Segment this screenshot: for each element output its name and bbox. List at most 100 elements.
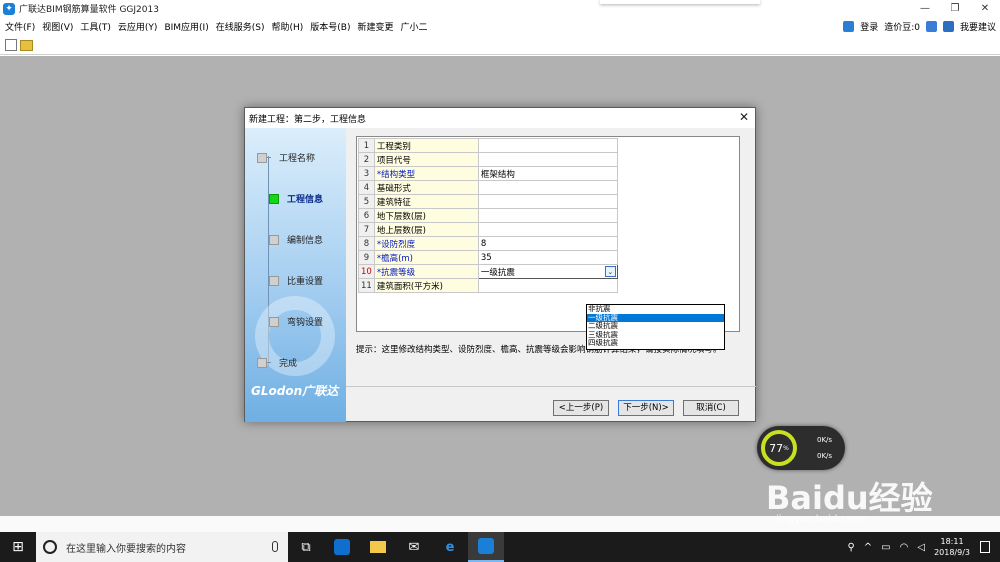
tray-chevron-icon[interactable]: ^ xyxy=(864,542,872,553)
row-number: 11 xyxy=(358,278,375,293)
minimize-button[interactable]: — xyxy=(910,0,940,17)
taskbar-clock[interactable]: 18:11 2018/9/3 xyxy=(934,536,970,558)
dialog-separator xyxy=(346,386,756,387)
row-value[interactable] xyxy=(477,194,618,209)
cancel-button[interactable]: 取消(C) xyxy=(683,400,739,416)
menu-tools[interactable]: 工具(T) xyxy=(80,20,111,33)
row-value[interactable] xyxy=(477,278,618,293)
row-number: 7 xyxy=(358,222,375,237)
taskbar-search[interactable]: 在这里输入你要搜索的内容 xyxy=(36,532,288,562)
row-number: 10 xyxy=(358,264,375,279)
dropdown-option[interactable]: 非抗震 xyxy=(587,305,724,314)
wifi-icon[interactable]: ◠ xyxy=(900,542,909,553)
close-button[interactable]: ✕ xyxy=(970,0,1000,17)
table-row[interactable]: 5 建筑特征 xyxy=(358,194,618,209)
speed-rates: 0K/s 0K/s xyxy=(817,432,832,464)
seismic-grade-dropdown-list[interactable]: 非抗震 一级抗震 二级抗震 三级抗震 四级抗震 xyxy=(586,304,725,350)
table-row[interactable]: 7 地上层数(层) xyxy=(358,222,618,237)
menu-file[interactable]: 文件(F) xyxy=(5,20,35,33)
restore-button[interactable]: ❐ xyxy=(940,0,970,17)
teamviewer-icon[interactable] xyxy=(324,532,360,562)
table-row[interactable]: 2 项目代号 xyxy=(358,152,618,167)
table-row[interactable]: 10 *抗震等级 一级抗震 ⌄ xyxy=(358,264,618,279)
windows-start-icon[interactable]: ⊞ xyxy=(0,532,36,562)
row-value[interactable]: 35 xyxy=(477,250,618,265)
notification-icon[interactable] xyxy=(980,541,990,553)
row-value[interactable] xyxy=(477,208,618,223)
menu-bim[interactable]: BIM应用(I) xyxy=(164,20,208,33)
wizard-sidebar: 工程名称 工程信息 编制信息 比重设置 弯钩设置 完成 GLodon广联达 xyxy=(245,128,346,422)
seismic-grade-select[interactable]: 一级抗震 ⌄ xyxy=(477,264,618,279)
row-name: 项目代号 xyxy=(373,152,479,167)
row-name: 基础形式 xyxy=(373,180,479,195)
previous-button[interactable]: <上一步(P) xyxy=(553,400,609,416)
table-row[interactable]: 6 地下层数(层) xyxy=(358,208,618,223)
row-value[interactable] xyxy=(477,180,618,195)
table-row[interactable]: 4 基础形式 xyxy=(358,180,618,195)
glodon-logo: GLodon广联达 xyxy=(251,384,339,398)
microphone-icon[interactable] xyxy=(272,541,278,552)
edge-browser-icon[interactable]: e xyxy=(432,532,468,562)
open-folder-icon[interactable] xyxy=(20,39,33,51)
network-speed-widget[interactable]: 77% 0K/s 0K/s xyxy=(757,426,845,470)
dialog-close-icon[interactable]: ✕ xyxy=(739,110,749,124)
step-marker-icon xyxy=(269,234,279,245)
search-placeholder: 在这里输入你要搜索的内容 xyxy=(66,543,186,555)
upload-rate: 0K/s xyxy=(817,436,833,444)
row-number: 1 xyxy=(358,138,375,153)
row-value[interactable]: 框架结构 xyxy=(477,166,618,181)
people-icon[interactable]: ⚲ xyxy=(847,542,854,553)
menu-cloud[interactable]: 云应用(Y) xyxy=(118,20,158,33)
file-explorer-icon[interactable] xyxy=(360,532,396,562)
feedback-link[interactable]: 我要建议 xyxy=(960,20,996,33)
menu-new-change[interactable]: 新建变更 xyxy=(357,20,393,33)
dropdown-option-selected[interactable]: 一级抗震 xyxy=(587,313,724,322)
menu-assistant[interactable]: 广小二 xyxy=(401,20,428,33)
dropdown-option[interactable]: 三级抗震 xyxy=(587,331,724,340)
row-number: 6 xyxy=(358,208,375,223)
menu-view[interactable]: 视图(V) xyxy=(42,20,73,33)
task-view-icon[interactable]: ⧉ xyxy=(288,532,324,562)
row-value[interactable] xyxy=(477,222,618,237)
row-number: 2 xyxy=(358,152,375,167)
table-row[interactable]: 8 *设防烈度 8 xyxy=(358,236,618,251)
step-marker-icon xyxy=(257,152,267,163)
floating-panel xyxy=(600,0,760,4)
table-row[interactable]: 11 建筑面积(平方米) xyxy=(358,278,618,293)
row-value[interactable] xyxy=(477,152,618,167)
new-file-icon[interactable] xyxy=(5,39,17,51)
login-link[interactable]: 登录 xyxy=(860,20,878,33)
dropdown-option[interactable]: 二级抗震 xyxy=(587,322,724,331)
step-marker-icon xyxy=(269,316,279,327)
volume-icon[interactable]: ◁ xyxy=(917,542,925,553)
coin-count: 造价豆:0 xyxy=(884,23,920,33)
wizard-step-weight: 比重设置 xyxy=(269,274,346,287)
row-name: 建筑特征 xyxy=(373,194,479,209)
row-name: *结构类型 xyxy=(373,166,479,181)
row-number: 9 xyxy=(358,250,375,265)
mail-icon[interactable]: ✉ xyxy=(396,532,432,562)
windows-taskbar: ⊞ 在这里输入你要搜索的内容 ⧉ ✉ e ⚲ ^ ▭ ◠ ◁ 18:11 201… xyxy=(0,532,1000,562)
menu-help[interactable]: 帮助(H) xyxy=(271,20,303,33)
dialog-title: 新建工程：第二步，工程信息 xyxy=(249,114,367,125)
menu-online[interactable]: 在线服务(S) xyxy=(216,20,265,33)
system-tray: ⚲ ^ ▭ ◠ ◁ 18:11 2018/9/3 xyxy=(847,532,1000,562)
step-marker-icon xyxy=(269,275,279,286)
battery-icon[interactable]: ▭ xyxy=(881,542,890,553)
next-button[interactable]: 下一步(N)> xyxy=(618,400,674,416)
table-row[interactable]: 9 *檐高(m) 35 xyxy=(358,250,618,265)
window-title: 广联达BIM钢筋算量软件 GGJ2013 xyxy=(19,5,159,15)
dropdown-option[interactable]: 四级抗震 xyxy=(587,339,724,348)
row-value[interactable]: 8 xyxy=(477,236,618,251)
glodon-app-icon[interactable] xyxy=(468,532,504,562)
toolbar xyxy=(0,36,1000,55)
row-name: 建筑面积(平方米) xyxy=(373,278,479,293)
download-icon[interactable] xyxy=(925,21,937,32)
chevron-down-icon[interactable]: ⌄ xyxy=(604,266,616,277)
table-row[interactable]: 3 *结构类型 框架结构 xyxy=(358,166,618,181)
row-value[interactable] xyxy=(477,138,618,153)
feedback-icon xyxy=(942,21,954,32)
clock-date: 2018/9/3 xyxy=(934,548,970,557)
menu-version[interactable]: 版本号(B) xyxy=(310,20,350,33)
table-row[interactable]: 1 工程类别 xyxy=(358,138,618,153)
